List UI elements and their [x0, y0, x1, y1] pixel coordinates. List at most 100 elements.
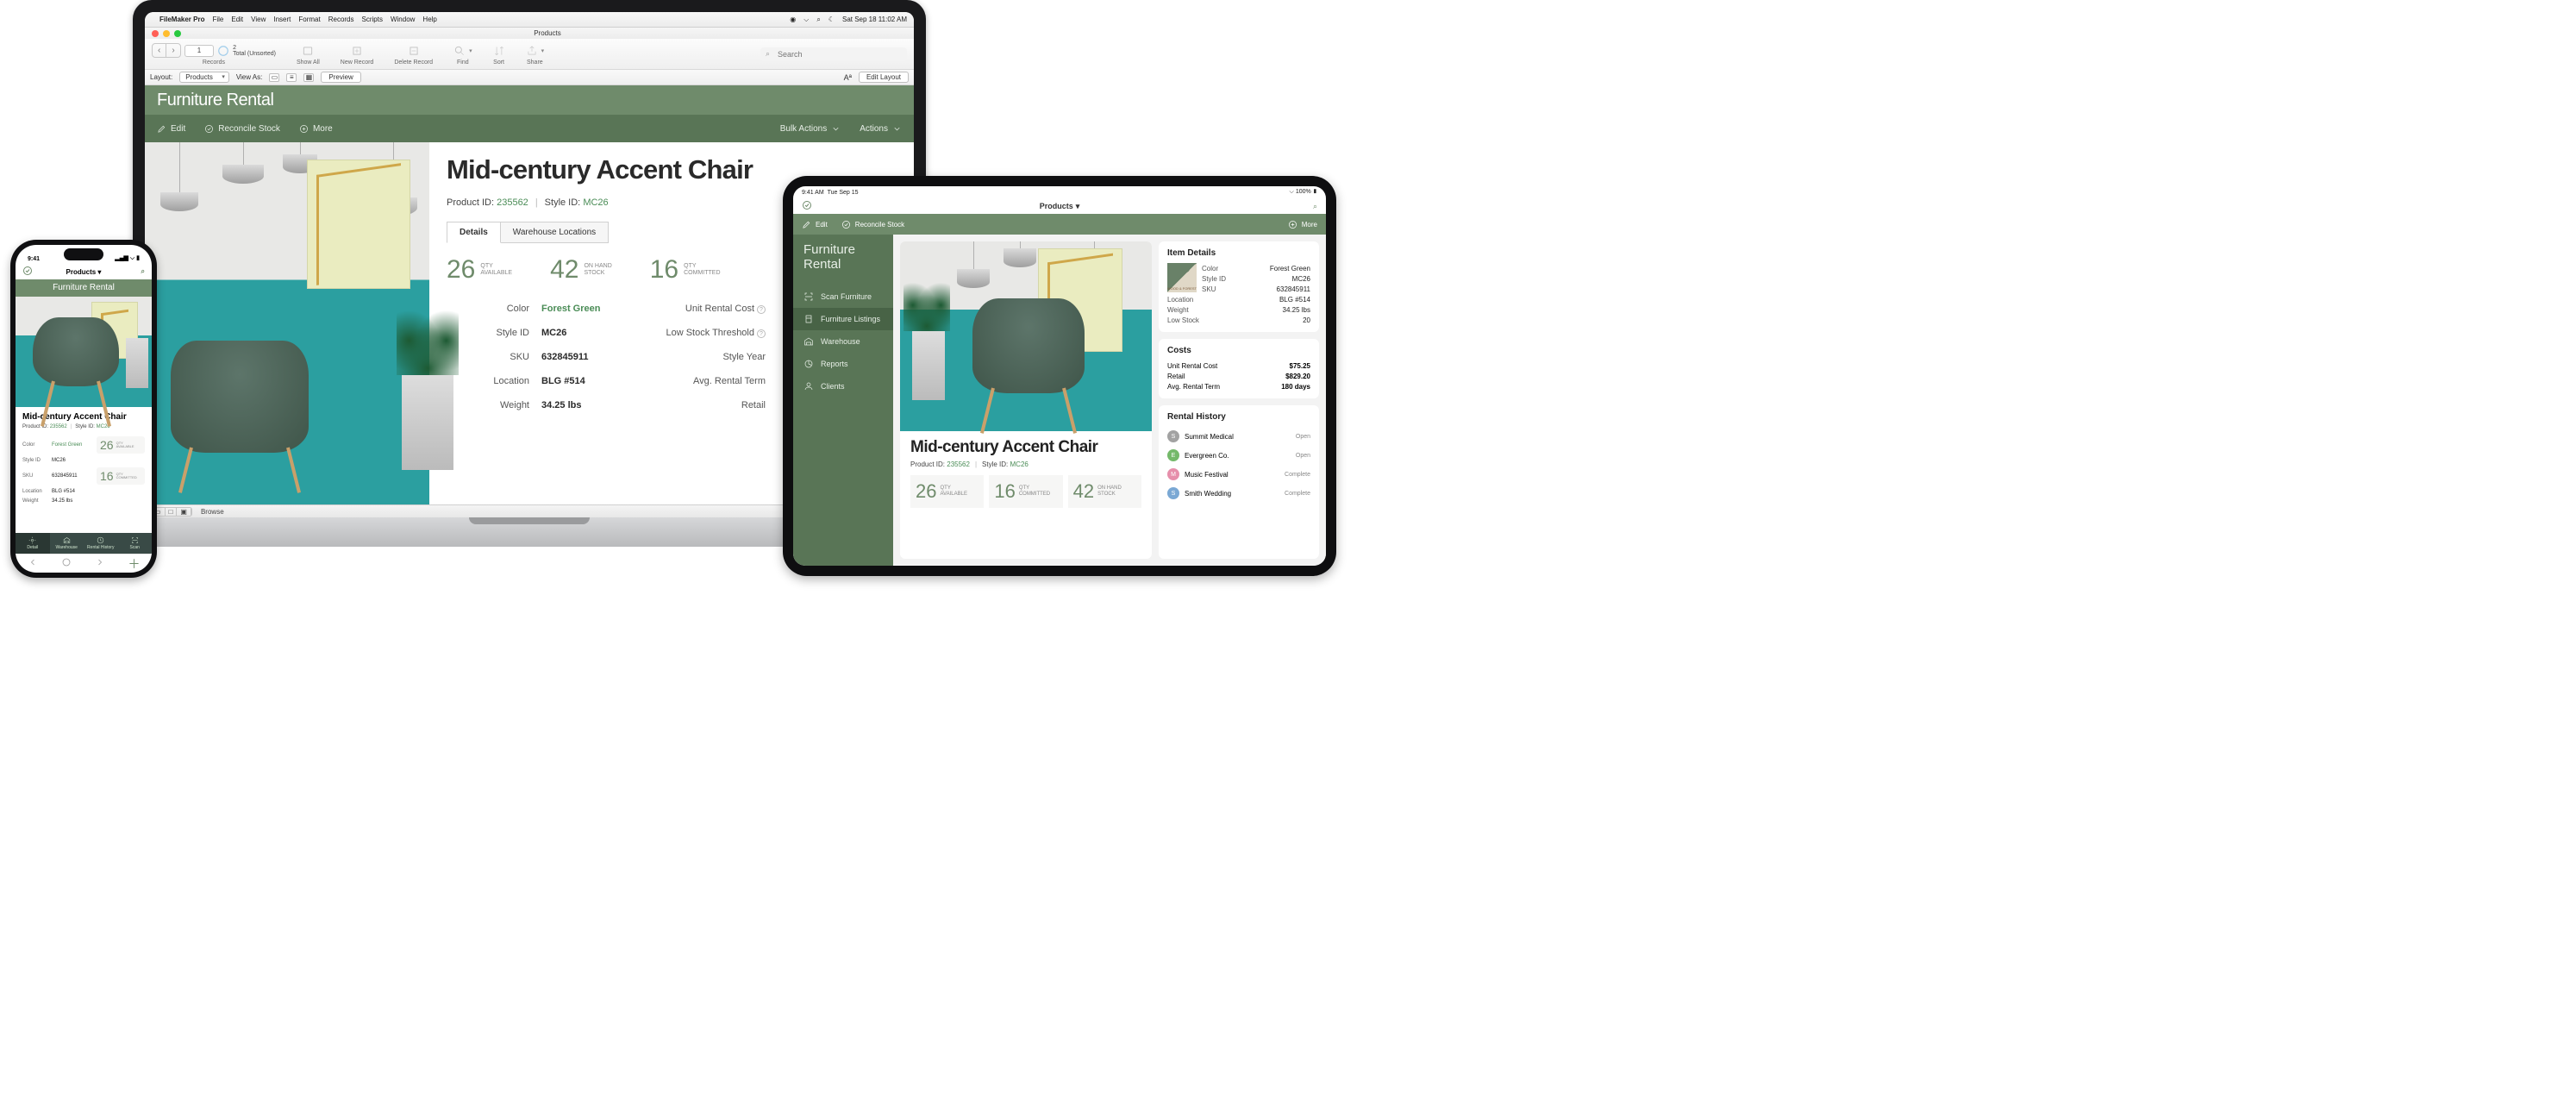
menubar-app[interactable]: FileMaker Pro: [159, 16, 204, 23]
phone-tab-history[interactable]: Rental History: [84, 533, 118, 554]
traffic-lights[interactable]: [152, 30, 181, 37]
control-center-icon[interactable]: ◉: [790, 16, 796, 23]
sidebar-warehouse[interactable]: Warehouse: [793, 330, 893, 353]
phone-stat-comm: 16QTYCOMMITTED: [97, 467, 145, 485]
ipad-reconcile[interactable]: Reconcile Stock: [841, 220, 904, 229]
edit-action[interactable]: Edit: [157, 124, 185, 134]
menu-window[interactable]: Window: [391, 16, 415, 23]
ipad-statusbar: 9:41 AM Tue Sep 15 ⌵ 100% ▮: [793, 186, 1326, 198]
item-details-card: Item Details WOOD & FOREST ColorForest G…: [1159, 241, 1319, 332]
phone-hero-image: [16, 297, 152, 407]
menu-records[interactable]: Records: [328, 16, 354, 23]
viewas-form[interactable]: ▭: [269, 73, 279, 82]
ipad-stat-comm: 16QTYCOMMITTED: [989, 475, 1067, 508]
ipad-sidebar: Furniture Rental Scan Furniture Furnitur…: [793, 235, 893, 566]
reconcile-action[interactable]: Reconcile Stock: [204, 124, 280, 134]
ipad-main-card: Mid-century Accent Chair Product ID: 235…: [900, 241, 1152, 559]
more-action[interactable]: More: [299, 124, 333, 134]
window-title: Products: [181, 29, 914, 37]
tab-details[interactable]: Details: [447, 222, 501, 243]
ipad-back-check[interactable]: [793, 200, 812, 212]
browse-mode[interactable]: Browse: [201, 508, 224, 516]
sidebar-reports[interactable]: Reports: [793, 353, 893, 375]
rental-history-item[interactable]: SSummit MedicalOpen: [1167, 427, 1310, 446]
phone-search-icon[interactable]: ⌕: [141, 267, 145, 276]
rental-history-item[interactable]: MMusic FestivalComplete: [1167, 465, 1310, 484]
phone-prev[interactable]: [28, 556, 38, 572]
app-title: Furniture Rental: [145, 85, 914, 115]
menu-view[interactable]: View: [251, 16, 266, 23]
phone-navbar: Products ▾ ⌕: [16, 264, 152, 279]
rental-history-item[interactable]: SSmith WeddingComplete: [1167, 484, 1310, 503]
menu-edit[interactable]: Edit: [231, 16, 243, 23]
stat-onhand: 42ON HANDSTOCK: [550, 255, 612, 285]
layout-dropdown[interactable]: Products: [179, 72, 229, 83]
text-format-icon[interactable]: Aª: [844, 73, 852, 82]
costs-card: Costs Unit Rental Cost$75.25 Retail$829.…: [1159, 339, 1319, 398]
sidebar-clients[interactable]: Clients: [793, 375, 893, 398]
phone-tab-scan[interactable]: Scan: [118, 533, 153, 554]
phone-tab-detail[interactable]: Detail: [16, 533, 50, 554]
iphone-device: 9:41▂▄▆ ⌵ ▮ Products ▾ ⌕ Furniture Renta…: [10, 240, 157, 578]
phone-home[interactable]: [61, 556, 72, 572]
search-icon[interactable]: ⌕: [816, 16, 820, 24]
menubar-clock[interactable]: Sat Sep 18 11:02 AM: [842, 16, 907, 23]
info-icon[interactable]: ?: [757, 329, 766, 338]
bulk-actions[interactable]: Bulk Actions: [780, 124, 841, 134]
ipad-actionbar: Edit Reconcile Stock More: [793, 214, 1326, 235]
fm-subbar: Layout: Products View As: ▭ ≡ ▦ Preview …: [145, 70, 914, 85]
phone-add[interactable]: ＋: [128, 555, 141, 573]
phone-product-name: Mid-century Accent Chair: [22, 412, 145, 422]
layout-label: Layout:: [150, 73, 172, 81]
phone-title-text[interactable]: Products: [66, 268, 97, 276]
ipad-stat-avail: 26QTYAVAILABLE: [910, 475, 989, 508]
ipad-more[interactable]: More: [1288, 220, 1317, 229]
sidebar-listings[interactable]: Furniture Listings: [793, 308, 893, 330]
ipad-edit[interactable]: Edit: [802, 220, 828, 229]
fm-toolbar: ‹› 1 2Total (Unsorted) Records Show All …: [145, 39, 914, 70]
ipad-stat-onhand: 42ON HANDSTOCK: [1068, 475, 1141, 508]
record-nav[interactable]: ‹›: [152, 43, 181, 58]
pie-icon: [217, 45, 229, 57]
menu-help[interactable]: Help: [422, 16, 436, 23]
tb-find[interactable]: ▾Find: [453, 43, 472, 66]
menu-scripts[interactable]: Scripts: [362, 16, 383, 23]
ipad-product-name: Mid-century Accent Chair: [910, 438, 1141, 457]
rental-history-item[interactable]: EEvergreen Co.Open: [1167, 446, 1310, 465]
sidebar-scan[interactable]: Scan Furniture: [793, 285, 893, 308]
phone-check-icon[interactable]: [22, 266, 33, 278]
tb-records: ‹› 1 2Total (Unsorted) Records: [152, 43, 276, 66]
wifi-icon[interactable]: ⌵: [803, 16, 809, 24]
toolbar-search[interactable]: [760, 47, 907, 61]
app-actionbar: Edit Reconcile Stock More Bulk Actions A…: [145, 115, 914, 142]
ipad-hero-image: [900, 241, 1152, 431]
edit-layout-button[interactable]: Edit Layout: [859, 72, 909, 83]
ipad-title[interactable]: Products ▾: [1040, 202, 1080, 211]
phone-next[interactable]: [95, 556, 105, 572]
wifi-icon: ⌵: [1290, 189, 1294, 195]
total-count: 2: [233, 45, 276, 51]
ipad-search-icon[interactable]: ⌕: [1313, 202, 1317, 211]
viewas-table[interactable]: ▦: [303, 73, 314, 82]
menu-format[interactable]: Format: [298, 16, 320, 23]
phone-tab-warehouse[interactable]: Warehouse: [50, 533, 84, 554]
tb-new-record[interactable]: New Record: [341, 43, 374, 66]
macos-menubar: FileMaker Pro File Edit View Insert Form…: [145, 12, 914, 28]
color-swatch: WOOD & FOREST: [1167, 263, 1197, 292]
tb-sort[interactable]: Sort: [493, 43, 505, 66]
tab-warehouse[interactable]: Warehouse Locations: [501, 222, 609, 243]
viewas-list[interactable]: ≡: [286, 73, 297, 82]
viewas-label: View As:: [236, 73, 263, 81]
window-titlebar: Products: [145, 28, 914, 39]
menu-insert[interactable]: Insert: [273, 16, 291, 23]
tb-delete-record[interactable]: Delete Record: [394, 43, 433, 66]
record-number[interactable]: 1: [184, 45, 214, 57]
moon-icon[interactable]: ☾: [828, 16, 835, 23]
tb-share[interactable]: ▾Share: [526, 43, 545, 66]
tb-showall[interactable]: Show All: [297, 43, 320, 66]
menu-file[interactable]: File: [212, 16, 223, 23]
product-hero-image: [145, 142, 429, 504]
actions-menu[interactable]: Actions: [860, 124, 902, 134]
info-icon[interactable]: ?: [757, 305, 766, 314]
preview-button[interactable]: Preview: [321, 72, 360, 83]
